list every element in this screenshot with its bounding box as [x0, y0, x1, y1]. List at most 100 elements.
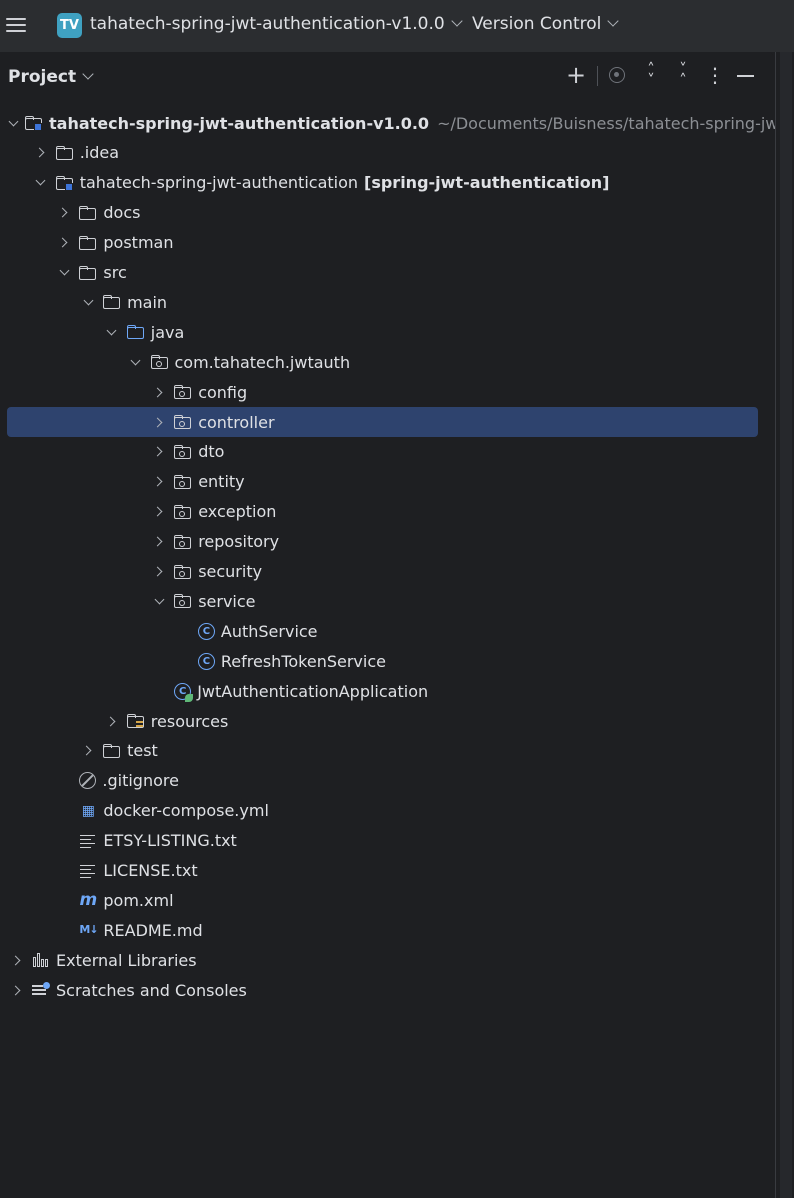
tree-item[interactable]: tahatech-spring-jwt-authentication-v1.0.… — [0, 108, 775, 138]
tree-item[interactable]: java — [0, 317, 775, 347]
main-menu-icon[interactable] — [6, 14, 26, 36]
tree-item-label: AuthService — [220, 621, 318, 641]
tree-item[interactable]: test — [0, 736, 775, 766]
tree-item[interactable]: M↓ README.md — [0, 915, 775, 945]
chevron-right-icon[interactable] — [152, 475, 166, 489]
tree-item-label: ETSY-LISTING.txt — [103, 831, 237, 851]
chevron-down-icon[interactable] — [10, 116, 17, 130]
tree-item[interactable]: .gitignore — [0, 766, 775, 796]
tree-item-label: .idea — [79, 143, 120, 163]
tree-item-label: docker-compose.yml — [103, 801, 269, 821]
chevron-right-icon[interactable] — [152, 535, 166, 549]
tree-item[interactable]: service — [0, 586, 775, 616]
folder-icon — [79, 235, 97, 251]
hide-panel-icon[interactable] — [736, 64, 758, 88]
tree-item[interactable]: .idea — [0, 138, 775, 168]
collapse-all-icon[interactable]: ˅ ˄ — [672, 62, 694, 88]
chevron-down-icon[interactable] — [105, 325, 119, 339]
tree-item[interactable]: C JwtAuthenticationApplication — [0, 676, 775, 706]
chevron-down-icon — [451, 15, 463, 27]
chevron-right-icon[interactable] — [57, 206, 71, 220]
tree-item[interactable]: C RefreshTokenService — [0, 646, 775, 676]
tree-item[interactable]: docs — [0, 198, 775, 228]
chevron-down-icon[interactable] — [34, 176, 48, 190]
tree-item[interactable]: com.tahatech.jwtauth — [0, 347, 775, 377]
resources-folder-icon — [126, 713, 145, 729]
version-control-menu[interactable]: Version Control — [472, 14, 620, 34]
tree-item-label: postman — [103, 233, 174, 253]
libraries-icon — [32, 952, 50, 968]
chevron-right-icon[interactable] — [10, 983, 24, 997]
project-switcher[interactable]: tahatech-spring-jwt-authentication-v1.0.… — [90, 14, 463, 34]
chevron-right-icon[interactable] — [10, 953, 24, 967]
chevron-right-icon[interactable] — [81, 744, 95, 758]
tree-item[interactable]: security — [0, 557, 775, 587]
folder-icon — [79, 265, 97, 281]
folder-icon — [55, 145, 74, 161]
source-folder-icon — [126, 324, 145, 340]
tree-item[interactable]: m pom.xml — [0, 885, 775, 915]
tree-item-label: .gitignore — [102, 771, 179, 791]
tree-item[interactable]: src — [0, 258, 775, 288]
tree-item[interactable]: repository — [0, 527, 775, 557]
tree-item-label: entity — [198, 472, 245, 492]
folder-icon — [103, 294, 121, 310]
project-path: ~/Documents/Buisness/tahatech-spring-jwt… — [437, 113, 775, 133]
chevron-down-icon[interactable] — [152, 594, 166, 608]
module-folder-icon — [55, 175, 74, 191]
tree-item[interactable]: C AuthService — [0, 616, 775, 646]
chevron-right-icon[interactable] — [152, 505, 166, 519]
project-view-selector[interactable]: Project — [8, 67, 94, 87]
chevron-right-icon[interactable] — [34, 146, 48, 160]
tree-item[interactable]: Scratches and Consoles — [0, 975, 775, 1005]
tree-item[interactable]: postman — [0, 228, 775, 258]
chevron-down-icon[interactable] — [129, 355, 143, 369]
tree-item-label: exception — [198, 502, 277, 522]
more-options-icon[interactable]: ⋮ — [704, 64, 726, 88]
tree-item[interactable]: entity — [0, 467, 775, 497]
maven-icon: m — [79, 890, 98, 911]
chevron-right-icon[interactable] — [152, 415, 166, 429]
tree-item-label: resources — [150, 711, 229, 731]
tree-item[interactable]: config — [0, 377, 775, 407]
tree-item-label: LICENSE.txt — [103, 861, 198, 880]
tree-item[interactable]: controller — [0, 407, 775, 437]
tree-item[interactable]: ▦ docker-compose.yml — [0, 796, 775, 826]
tree-item-label: src — [103, 263, 127, 282]
expand-all-icon[interactable]: ˄ ˅ — [640, 62, 662, 88]
class-icon: C — [197, 622, 215, 640]
tree-item[interactable]: exception — [0, 497, 775, 527]
markdown-icon: M↓ — [79, 923, 98, 937]
chevron-right-icon[interactable] — [152, 385, 166, 399]
chevron-down-icon — [82, 68, 94, 80]
tree-item-label: tahatech-spring-jwt-authentication — [79, 173, 359, 193]
folder-icon — [103, 743, 121, 759]
class-icon: C — [197, 652, 215, 670]
module-name-suffix: [spring-jwt-authentication] — [364, 173, 610, 193]
package-icon — [174, 444, 192, 460]
tree-item-label: External Libraries — [56, 950, 197, 970]
chevron-right-icon[interactable] — [105, 714, 119, 728]
chevron-right-icon[interactable] — [152, 565, 166, 579]
package-icon — [174, 384, 192, 400]
locate-file-icon[interactable] — [607, 64, 629, 88]
new-file-icon[interactable]: + — [565, 63, 587, 88]
project-tool-window: Project + ˄ ˅ ˅ ˄ ⋮ tahatech-spring-jwt-au… — [0, 52, 775, 1198]
tree-item-label: com.tahatech.jwtauth — [174, 352, 351, 372]
chevron-right-icon[interactable] — [57, 236, 71, 250]
tree-item[interactable]: ETSY-LISTING.txt — [0, 826, 775, 856]
tree-item[interactable]: resources — [0, 706, 775, 736]
tree-item[interactable]: tahatech-spring-jwt-authentication [sprin… — [0, 168, 775, 198]
tree-item-label: RefreshTokenService — [220, 651, 386, 671]
scratches-icon — [32, 982, 50, 998]
chevron-down-icon — [607, 15, 620, 27]
chevron-down-icon[interactable] — [81, 295, 95, 309]
chevron-right-icon[interactable] — [152, 445, 166, 459]
folder-icon — [79, 205, 97, 221]
tree-item[interactable]: External Libraries — [0, 945, 775, 975]
tree-item[interactable]: main — [0, 287, 775, 317]
tree-item-label: pom.xml — [103, 890, 174, 910]
chevron-down-icon[interactable] — [57, 266, 71, 280]
tree-item[interactable]: LICENSE.txt — [0, 856, 775, 886]
tree-item[interactable]: dto — [0, 437, 775, 467]
